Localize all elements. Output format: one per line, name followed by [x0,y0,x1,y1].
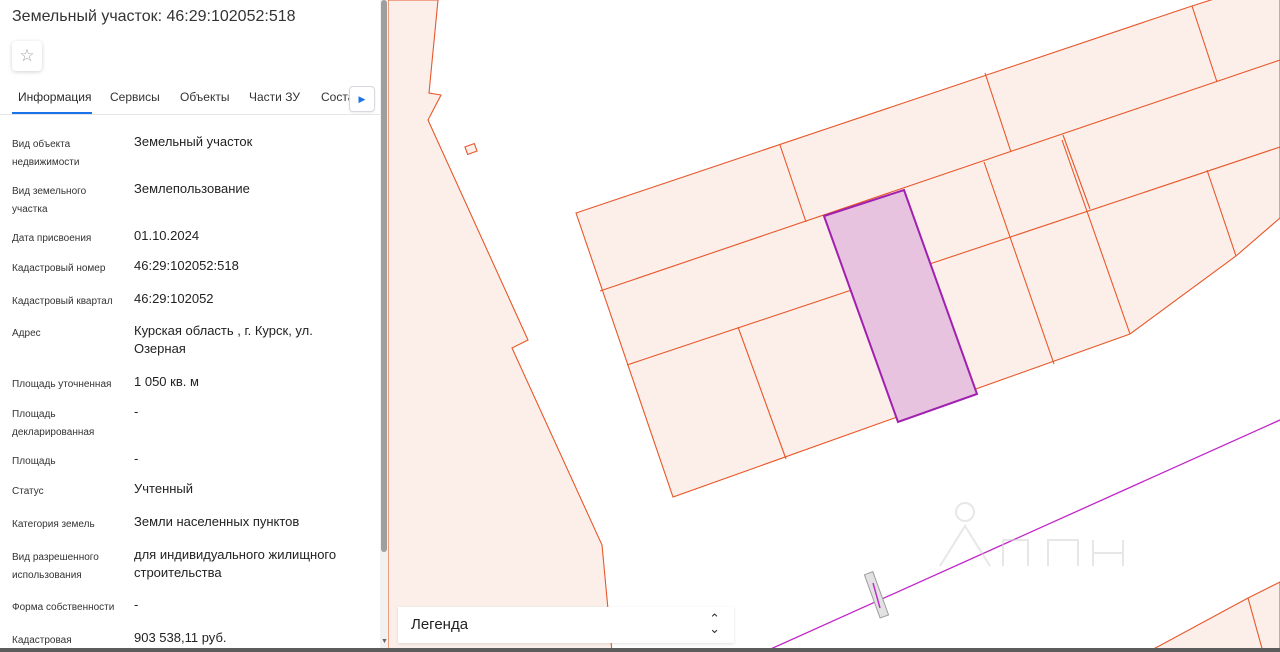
property-label: Площадь [12,456,56,467]
watermark-logo [939,502,1124,567]
property-label: Кадастровый номер [12,263,106,274]
parcel-block [575,0,1280,498]
property-value: 903 538,11 руб. [134,630,227,645]
active-tab-indicator [12,112,92,114]
scroll-down-arrow-icon[interactable]: ▼ [381,638,388,645]
tabs-scroll-right-button[interactable]: ▶ [349,86,375,112]
property-value: Учтенный [134,481,194,496]
map-parcels [388,0,1280,652]
scrollbar-thumb[interactable] [381,0,387,552]
page-title: Земельный участок: 46:29:102052:518 [12,8,296,25]
property-label: Вид разрешенного использования [12,552,99,581]
power-line [763,419,1280,652]
chevron-right-icon: ▶ [358,93,366,104]
property-value: Курская область , г. Курск, ул. Озерная [134,323,313,356]
property-label: Адрес [12,328,41,339]
property-label: Кадастровый квартал [12,296,113,307]
property-value: 46:29:102052:518 [134,258,239,273]
favorite-button[interactable]: ☆ [12,41,42,71]
property-value: для индивидуального жилищного строительс… [134,547,337,580]
property-value: - [134,451,139,466]
tab-services[interactable]: Сервисы [110,90,160,104]
property-value: 46:29:102052 [134,291,214,306]
property-label: Вид объекта недвижимости [12,139,80,168]
legend-bar[interactable]: Легенда ⌃ ⌄ [398,607,734,643]
tab-objects[interactable]: Объекты [180,90,230,104]
property-label: Кадастровая [12,635,72,646]
property-label: Категория земель [12,519,95,530]
property-label: Вид земельного участка [12,186,87,215]
property-value: - [134,404,139,419]
chevron-up-down-icon[interactable]: ⌃ ⌄ [709,612,720,635]
bottom-edge [0,648,1280,652]
property-value: 01.10.2024 [134,228,200,243]
property-label: Форма собственности [12,602,115,613]
property-value: - [134,597,139,612]
panel-scrollbar[interactable]: ▼ [380,0,388,652]
tab-information[interactable]: Информация [18,90,91,104]
property-value: 1 050 кв. м [134,374,199,389]
property-value: Земельный участок [134,134,253,149]
property-value: Земли населенных пунктов [134,514,300,529]
property-label: Дата присвоения [12,233,92,244]
tab-land-parts[interactable]: Части ЗУ [249,90,300,104]
property-label: Площадь уточненная [12,379,112,390]
property-label: Площадь декларированная [12,409,95,438]
map-canvas[interactable] [388,0,1280,652]
small-parcel-marker [464,142,478,156]
property-value: Землепользование [134,181,250,196]
tab-bar: Информация Сервисы Объекты Части ЗУ Сост… [0,84,380,115]
parcel-left-strip [388,0,613,652]
cadastral-map[interactable]: Легенда ⌃ ⌄ [388,0,1280,652]
star-outline-icon: ☆ [19,46,35,65]
legend-label: Легенда [411,616,469,633]
property-label: Статус [12,486,44,497]
info-panel: Земельный участок: 46:29:102052:518 ☆ Ин… [0,0,380,652]
